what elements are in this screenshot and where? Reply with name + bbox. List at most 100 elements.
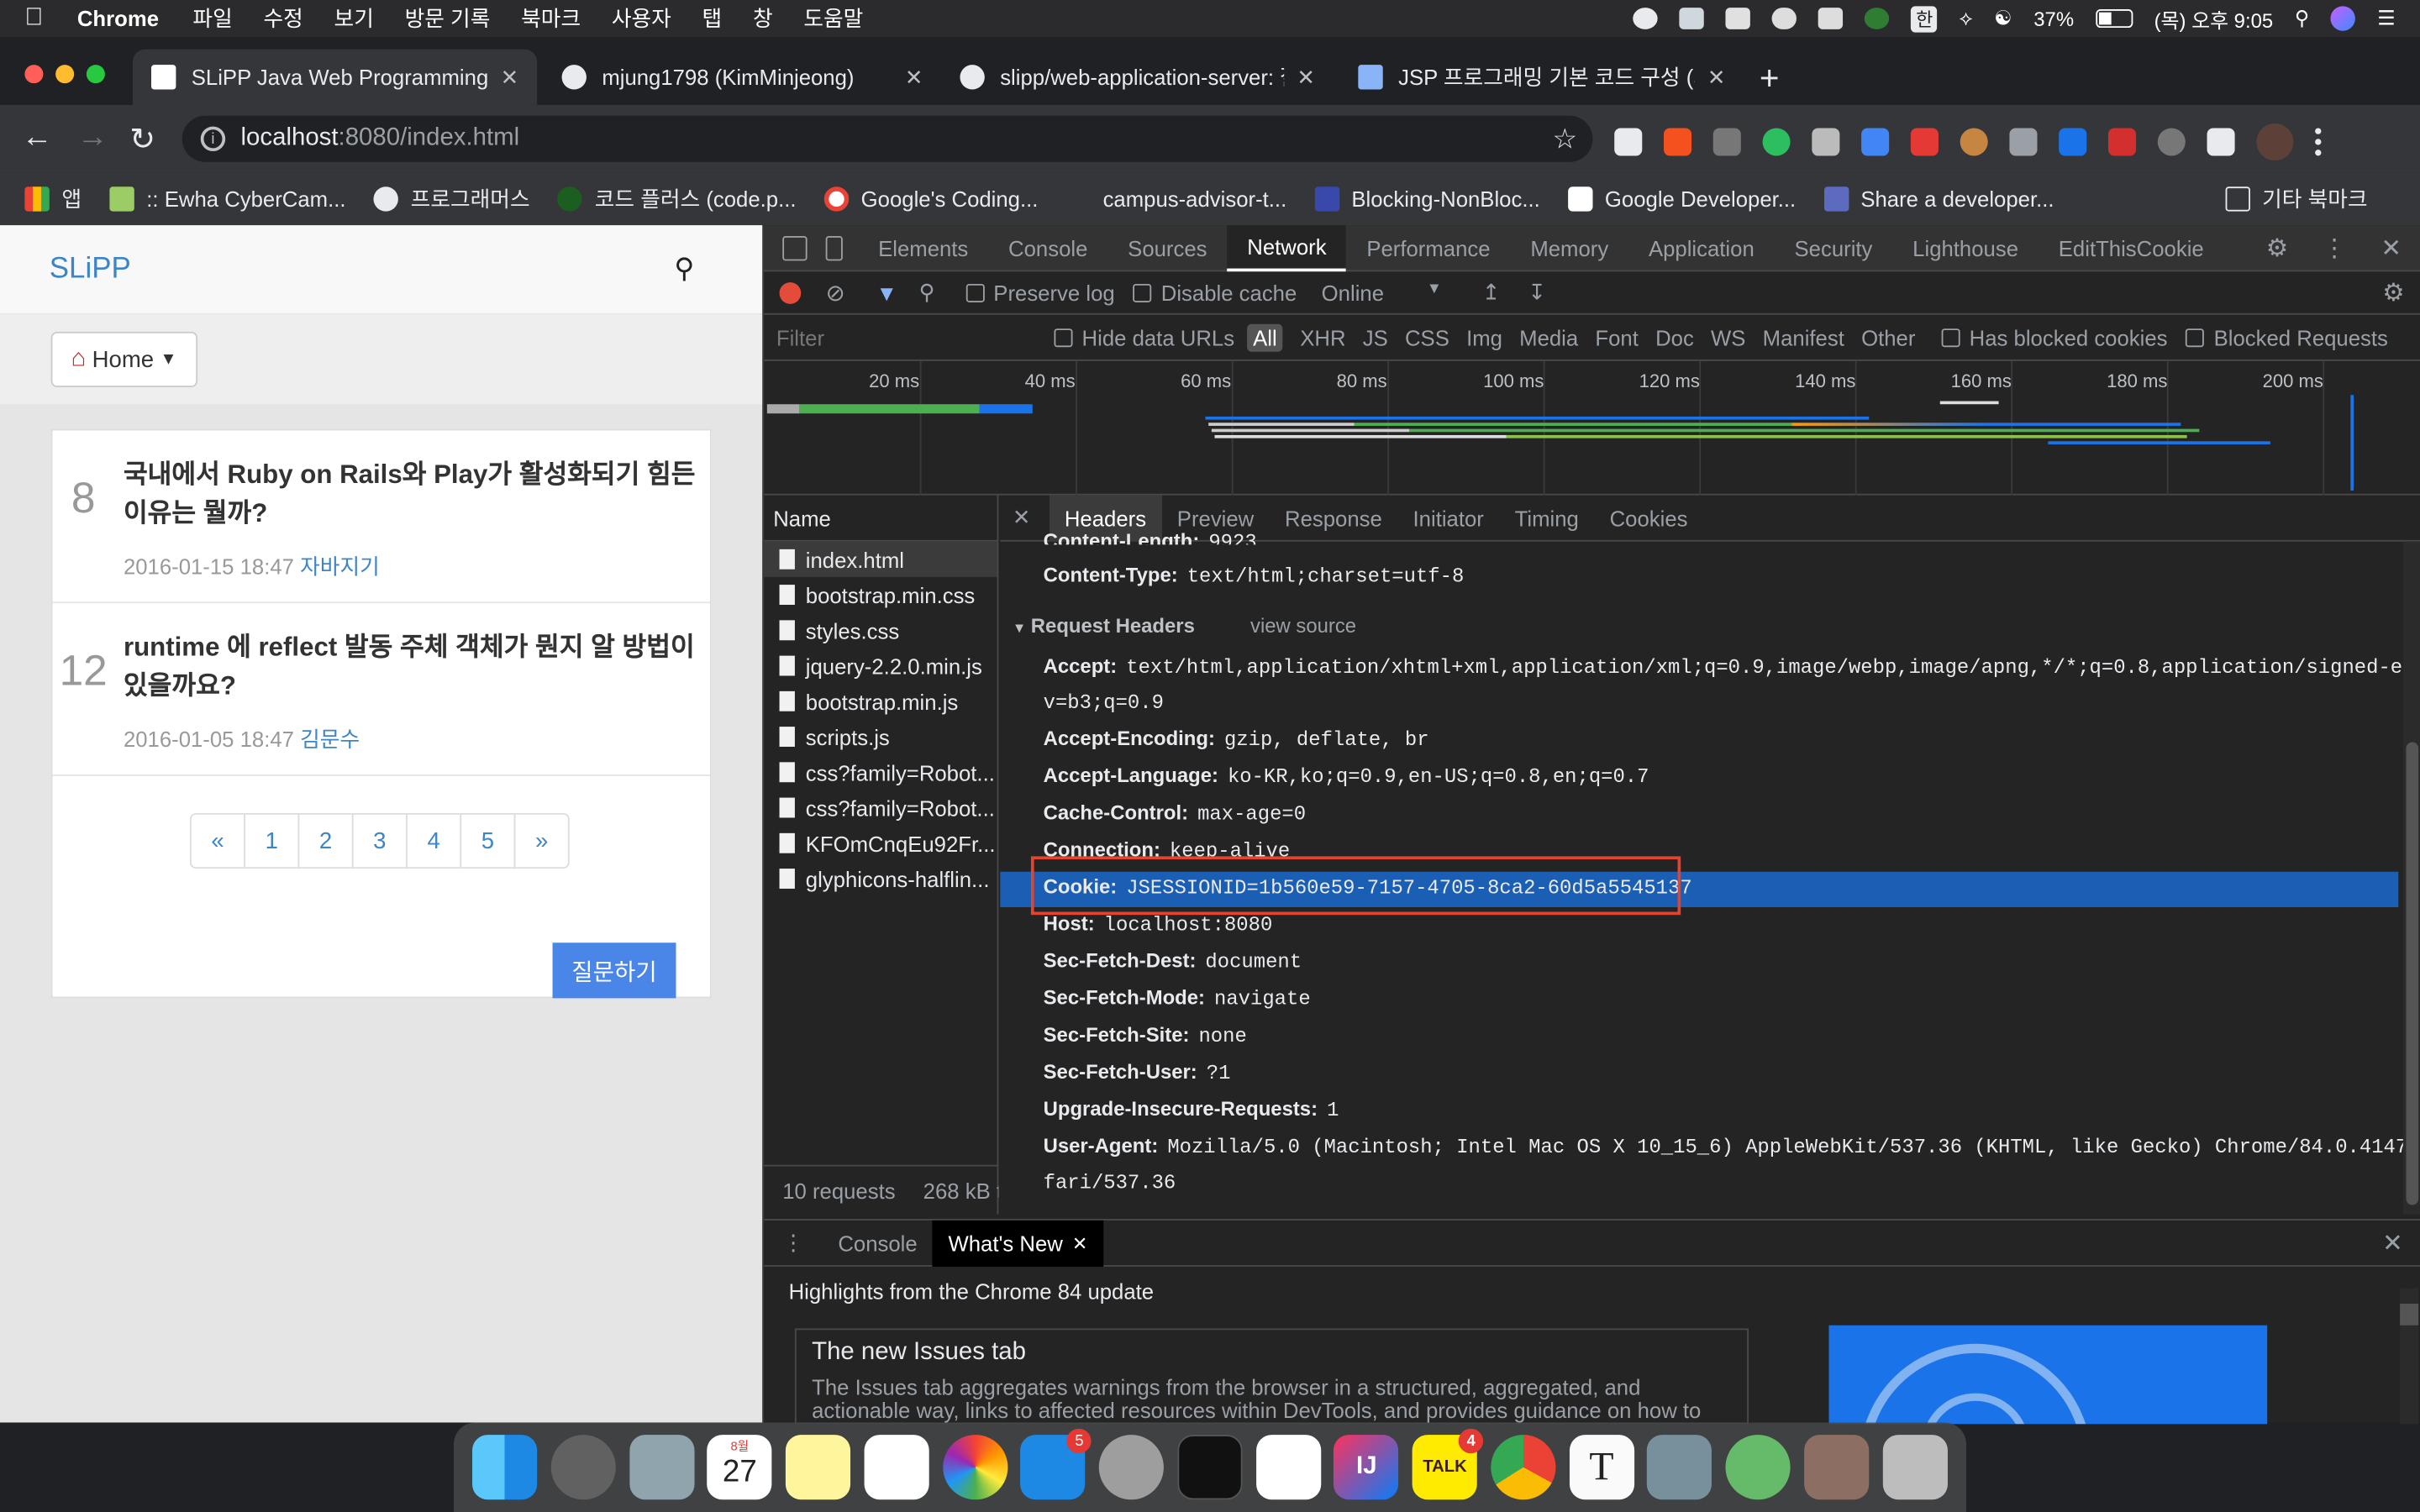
- drawer-tab-console[interactable]: Console: [823, 1220, 933, 1266]
- devtools-tab-memory[interactable]: Memory: [1510, 224, 1628, 270]
- docker-icon[interactable]: [1680, 8, 1705, 29]
- address-bar[interactable]: i localhost:8080/index.html ☆: [182, 115, 1593, 162]
- whats-new-card[interactable]: The new Issues tab The Issues tab aggreg…: [794, 1328, 1749, 1425]
- image-viewer-icon[interactable]: [1647, 1435, 1712, 1500]
- system-preferences-icon[interactable]: [1098, 1435, 1165, 1500]
- menu-help[interactable]: 도움말: [803, 3, 863, 34]
- siri-icon[interactable]: [2331, 6, 2356, 31]
- filter-type-css[interactable]: CSS: [1405, 325, 1449, 349]
- close-tab-icon[interactable]: ✕: [905, 64, 923, 90]
- wifi-icon[interactable]: ☯: [1994, 6, 2012, 30]
- detail-tab-response[interactable]: Response: [1270, 496, 1398, 541]
- menu-window[interactable]: 창: [753, 3, 773, 34]
- zoom-window-button[interactable]: [86, 65, 105, 84]
- request-row[interactable]: css?family=Robot...: [764, 790, 997, 825]
- forward-button[interactable]: →: [77, 120, 108, 155]
- export-har-icon[interactable]: ↧: [1528, 279, 1546, 305]
- close-devtools-icon[interactable]: ✕: [2381, 232, 2402, 263]
- request-row[interactable]: bootstrap.min.js: [764, 684, 997, 719]
- question-item[interactable]: 8 국내에서 Ruby on Rails와 Play가 활성화되기 힘든 이유는…: [52, 430, 710, 604]
- question-title[interactable]: runtime 에 reflect 발동 주체 객체가 뭔지 알 방법이 있을까…: [124, 628, 710, 706]
- pagination-page-3[interactable]: 3: [351, 812, 408, 869]
- disable-cache-checkbox[interactable]: Disable cache: [1133, 280, 1297, 305]
- home-dropdown-button[interactable]: ⌂ Home ▼: [50, 331, 197, 388]
- input-source-indicator[interactable]: 한: [1911, 5, 1938, 32]
- spotlight-search-icon[interactable]: ⚲: [2295, 6, 2310, 30]
- bookmark-apps[interactable]: 앱: [24, 184, 82, 215]
- close-window-button[interactable]: [24, 65, 44, 84]
- inspect-element-icon[interactable]: [782, 235, 808, 260]
- devtools-tab-application[interactable]: Application: [1628, 224, 1775, 270]
- filter-type-manifest[interactable]: Manifest: [1763, 325, 1844, 349]
- search-icon[interactable]: ⚲: [674, 253, 694, 286]
- filter-type-all[interactable]: All: [1246, 323, 1284, 351]
- bookmark-programmers[interactable]: 프로그래머스: [373, 184, 530, 215]
- downloads-stack-icon[interactable]: [1804, 1435, 1870, 1500]
- devtools-tab-editthiscookie[interactable]: EditThisCookie: [2039, 224, 2224, 270]
- filter-type-js[interactable]: JS: [1363, 325, 1388, 349]
- slack-icon[interactable]: [1255, 1435, 1321, 1500]
- request-row[interactable]: KFOmCnqEu92Fr...: [764, 826, 997, 861]
- view-source-link[interactable]: view source: [1250, 614, 1356, 638]
- filter-type-xhr[interactable]: XHR: [1300, 325, 1345, 349]
- close-tab-icon[interactable]: ✕: [1297, 64, 1315, 90]
- chrome-menu-icon[interactable]: [2315, 128, 2322, 156]
- launchpad-icon[interactable]: [550, 1435, 616, 1500]
- drawer-menu-icon[interactable]: ⋮: [782, 1230, 804, 1256]
- textedit-icon[interactable]: T: [1569, 1435, 1634, 1500]
- request-row[interactable]: bootstrap.min.css: [764, 577, 997, 612]
- extension-i-icon[interactable]: [1712, 128, 1741, 156]
- notes-icon[interactable]: [786, 1435, 851, 1500]
- scrollbar[interactable]: [2402, 541, 2420, 1215]
- bookmark-campus-advisor[interactable]: campus-advisor-t...: [1065, 186, 1287, 211]
- menu-profiles[interactable]: 사용자: [612, 3, 671, 34]
- request-row[interactable]: css?family=Robot...: [764, 754, 997, 790]
- tab-slipp[interactable]: SLiPP Java Web Programming ✕: [132, 49, 538, 105]
- site-brand[interactable]: SLiPP: [50, 252, 131, 286]
- profile-avatar[interactable]: [2256, 123, 2294, 161]
- extension-dot-icon[interactable]: [2157, 128, 2186, 156]
- filter-funnel-icon[interactable]: ▼: [876, 280, 897, 304]
- pagination-page-2[interactable]: 2: [297, 812, 354, 869]
- reminders-icon[interactable]: [864, 1435, 929, 1500]
- request-headers-section[interactable]: ▼ Request Headers view source: [1013, 614, 1356, 638]
- detail-tab-timing[interactable]: Timing: [1499, 496, 1594, 541]
- menu-file[interactable]: 파일: [192, 3, 232, 34]
- menubar-clock[interactable]: (목) 오후 9:05: [2154, 4, 2274, 34]
- filter-type-other[interactable]: Other: [1861, 325, 1915, 349]
- request-row[interactable]: index.html: [764, 541, 997, 577]
- menu-bookmarks[interactable]: 북마크: [521, 3, 581, 34]
- devtools-tab-console[interactable]: Console: [988, 224, 1107, 270]
- request-row[interactable]: styles.css: [764, 612, 997, 648]
- status-cube-icon[interactable]: [1726, 8, 1751, 29]
- cloud-icon[interactable]: [1772, 8, 1797, 29]
- devtools-tab-performance[interactable]: Performance: [1346, 224, 1510, 270]
- bookmark-google-coding[interactable]: Google's Coding...: [823, 186, 1038, 212]
- close-tab-icon[interactable]: ✕: [1072, 1232, 1087, 1254]
- battery-icon[interactable]: [2095, 9, 2133, 29]
- bluetooth-icon[interactable]: ⟡: [1960, 6, 1973, 30]
- pagination-next[interactable]: »: [513, 812, 570, 869]
- import-har-icon[interactable]: ↥: [1482, 279, 1501, 305]
- pagination-page-1[interactable]: 1: [244, 812, 300, 869]
- status-app-icon[interactable]: [1634, 8, 1659, 29]
- extension-ex-icon[interactable]: [1664, 128, 1692, 156]
- devtools-tab-elements[interactable]: Elements: [858, 224, 988, 270]
- apple-menu-icon[interactable]: : [24, 5, 43, 33]
- filter-type-media[interactable]: Media: [1519, 325, 1578, 349]
- question-author-link[interactable]: 김문수: [300, 727, 360, 751]
- filter-type-doc[interactable]: Doc: [1655, 325, 1694, 349]
- detail-tab-cookies[interactable]: Cookies: [1594, 496, 1703, 541]
- question-item[interactable]: 12 runtime 에 reflect 발동 주체 객체가 뭔지 알 방법이 …: [52, 603, 710, 776]
- bookmark-other-folder[interactable]: 기타 북마크: [2225, 184, 2368, 215]
- close-tab-icon[interactable]: ✕: [501, 64, 519, 90]
- drawer-scrollbar[interactable]: [2400, 1288, 2419, 1425]
- tab-github-repo[interactable]: slipp/web-application-server: 잘 ✕: [941, 50, 1334, 105]
- filter-type-img[interactable]: Img: [1466, 325, 1502, 349]
- tab-github-profile[interactable]: mjung1798 (KimMinjeong) ✕: [544, 50, 942, 105]
- bookmark-codeplus[interactable]: 코드 플러스 (code.p...: [557, 184, 797, 215]
- evernote-icon[interactable]: [1762, 128, 1791, 156]
- detail-tab-initiator[interactable]: Initiator: [1397, 496, 1499, 541]
- minimize-window-button[interactable]: [55, 65, 75, 84]
- preview-app-icon[interactable]: [629, 1435, 694, 1500]
